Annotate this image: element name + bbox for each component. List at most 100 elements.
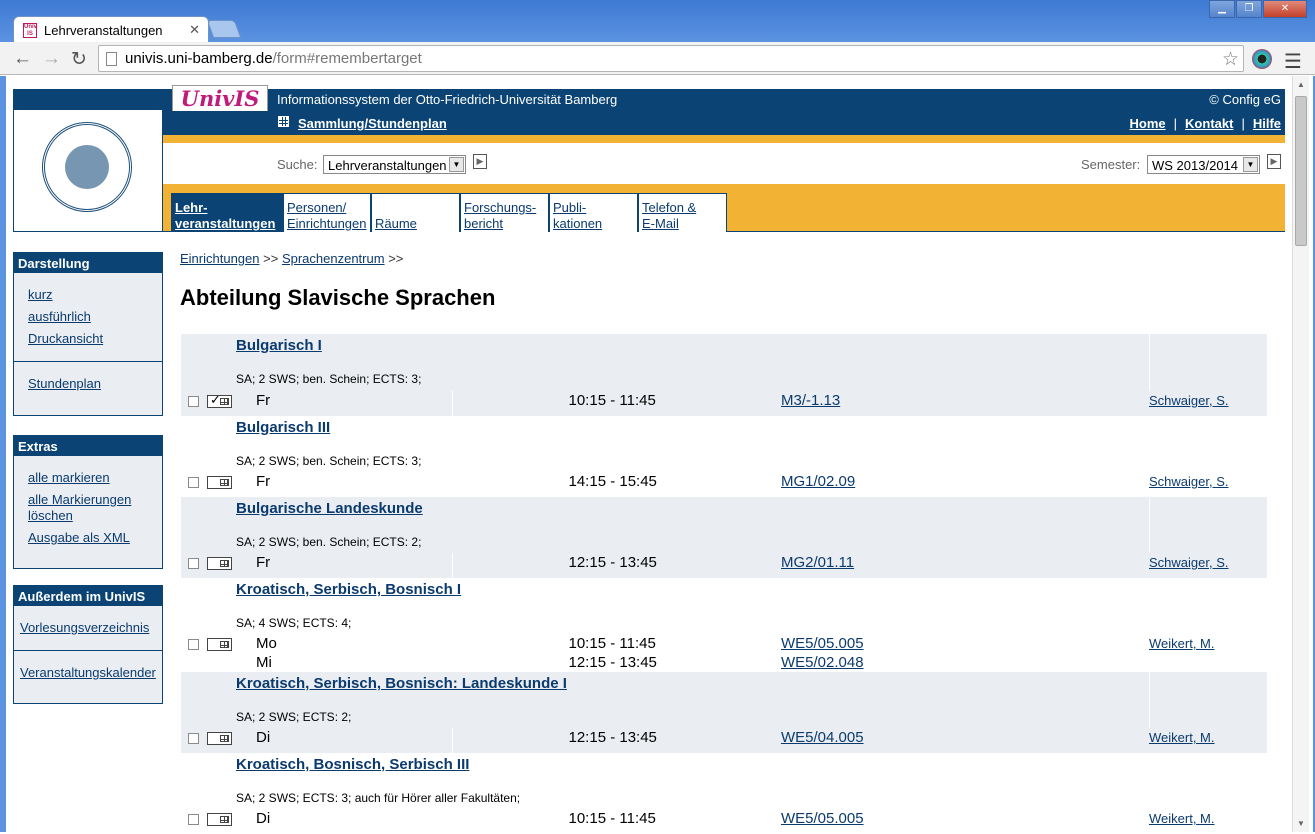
sidebar-darstellung: Darstellung kurz ausführlich Druckansich… — [13, 252, 163, 416]
course-title-link[interactable]: Bulgarisch I — [236, 337, 322, 354]
contact-link[interactable]: Kontakt — [1185, 116, 1233, 131]
lecturer-link[interactable]: Weikert, M. — [1149, 730, 1215, 745]
browser-tab[interactable]: Univ IS Lehrveranstaltungen ✕ — [13, 16, 209, 44]
address-bar[interactable]: univis.uni-bamberg.de/form#remembertarge… — [98, 45, 1244, 72]
calendar-grid-icon[interactable] — [207, 557, 232, 570]
course-checkbox[interactable] — [188, 639, 199, 650]
back-arrow-icon[interactable]: ← — [13, 48, 32, 70]
sidebar-heading: Außerdem im UnivIS — [14, 586, 162, 606]
lecturer-link[interactable]: Weikert, M. — [1149, 636, 1215, 651]
forward-arrow-icon[interactable]: → — [42, 48, 61, 70]
calendar-grid-icon[interactable] — [207, 638, 232, 651]
course-checkbox[interactable] — [188, 396, 199, 407]
collection-link[interactable]: Sammlung/Stundenplan — [298, 116, 447, 131]
tab-raeume[interactable]: Räume — [371, 193, 460, 232]
course-room-link[interactable]: WE5/05.005 — [781, 809, 1149, 828]
calendar-grid-icon[interactable] — [207, 813, 232, 826]
sidebar-link-veranstaltungskalender[interactable]: Veranstaltungskalender — [20, 665, 162, 681]
course-title-row: Bulgarisch III SA; 2 SWS; ben. Schein; EC… — [181, 416, 1267, 472]
scroll-up-icon[interactable]: ▲ — [1297, 80, 1305, 89]
window-controls: ▁ ❐ ✕ — [1208, 0, 1307, 18]
breadcrumb-einrichtungen[interactable]: Einrichtungen — [180, 251, 260, 266]
course-room-link[interactable]: M3/-1.13 — [781, 391, 1149, 410]
course-schedule-row: Di 10:15 - 11:45 WE5/05.005 Weikert, M. — [181, 809, 1267, 834]
sidebar-link-vorlesungsverzeichnis[interactable]: Vorlesungsverzeichnis — [20, 620, 162, 636]
browser-menu-icon[interactable]: ☰ — [1284, 49, 1302, 74]
course-room-link[interactable]: WE5/04.005 — [781, 728, 1149, 747]
home-link[interactable]: Home — [1130, 116, 1166, 131]
calendar-grid-icon[interactable] — [207, 476, 232, 489]
scroll-thumb[interactable] — [1295, 96, 1307, 246]
tab-lehrveranstaltungen[interactable]: Lehr-veranstaltungen — [171, 193, 283, 232]
calendar-grid-icon[interactable] — [207, 732, 232, 745]
lecturer-link[interactable]: Schwaiger, S. — [1149, 393, 1229, 408]
lecturer-link[interactable]: Schwaiger, S. — [1149, 474, 1229, 489]
minimize-icon[interactable]: ▁ — [1209, 0, 1235, 18]
close-window-icon[interactable]: ✕ — [1263, 0, 1307, 18]
search-category-select[interactable]: Lehrveranstaltungen ▼ — [323, 155, 466, 174]
course-title-link[interactable]: Bulgarisch III — [236, 419, 330, 436]
university-seal-icon — [42, 122, 132, 212]
sidebar-link-stundenplan[interactable]: Stundenplan — [28, 376, 162, 392]
course-time: 10:15 - 11:45 — [568, 635, 656, 652]
univis-logo[interactable]: UnivIS — [172, 85, 268, 113]
calendar-grid-icon[interactable]: ✓ — [207, 392, 232, 408]
course-room-link[interactable]: MG1/02.09 — [781, 472, 1149, 491]
sidebar-extras: Extras alle markieren alle Markierungen … — [13, 435, 163, 569]
maximize-icon[interactable]: ❐ — [1236, 0, 1262, 18]
chevron-down-icon: ▼ — [449, 157, 464, 172]
browser-tab-title: Lehrveranstaltungen — [44, 23, 163, 38]
main-nav-tabs: Lehr-veranstaltungen Personen/Einrichtun… — [163, 184, 1285, 232]
url-path: /form#remembertarget — [272, 50, 422, 67]
sidebar-link-xml[interactable]: Ausgabe als XML — [28, 530, 162, 546]
semester-select[interactable]: WS 2013/2014 ▼ — [1147, 155, 1260, 174]
course-meta: SA; 2 SWS; ben. Schein; ECTS: 3; — [236, 372, 422, 386]
sidebar-link-ausfuehrlich[interactable]: ausführlich — [28, 309, 162, 325]
breadcrumb-sprachenzentrum[interactable]: Sprachenzentrum — [282, 251, 385, 266]
semester-go-button[interactable]: ▶ — [1267, 154, 1281, 169]
schedule-grid-icon — [278, 116, 289, 127]
sidebar-link-kurz[interactable]: kurz — [28, 287, 162, 303]
bookmark-star-icon[interactable]: ☆ — [1222, 48, 1239, 71]
course-room-link[interactable]: MG2/01.11 — [781, 553, 1149, 572]
course-checkbox[interactable] — [188, 814, 199, 825]
new-tab-button[interactable] — [206, 20, 242, 38]
course-checkbox[interactable] — [188, 477, 199, 488]
extension-icon[interactable] — [1252, 49, 1272, 69]
help-link[interactable]: Hilfe — [1253, 116, 1281, 131]
course-title-link[interactable]: Bulgarische Landeskunde — [236, 500, 423, 517]
tab-personen[interactable]: Personen/Einrichtungen — [283, 193, 371, 232]
close-tab-icon[interactable]: ✕ — [189, 22, 200, 38]
page-title: Abteilung Slavische Sprachen — [180, 285, 496, 310]
course-checkbox[interactable] — [188, 558, 199, 569]
tab-telefon[interactable]: Telefon & E-Mail — [638, 193, 727, 232]
course-time: 12:15 - 13:45 — [568, 554, 657, 571]
tab-forschungsbericht[interactable]: Forschungs-bericht — [460, 193, 549, 232]
course-schedule-row: Fr 12:15 - 13:45 MG2/01.11 Schwaiger, S. — [181, 553, 1267, 578]
course-room-link[interactable]: WE5/05.005 — [781, 634, 1149, 653]
lecturer-link[interactable]: Schwaiger, S. — [1149, 555, 1229, 570]
scroll-down-icon[interactable]: ▼ — [1297, 819, 1305, 828]
course-schedule-row: Fr 14:15 - 15:45 MG1/02.09 Schwaiger, S. — [181, 472, 1267, 497]
semester-label: Semester: — [1081, 157, 1141, 172]
course-title-link[interactable]: Kroatisch, Serbisch, Bosnisch I — [236, 581, 461, 598]
course-checkbox[interactable] — [188, 733, 199, 744]
tab-publikationen[interactable]: Publi-kationen — [549, 193, 638, 232]
copyright: © Config eG — [1209, 92, 1281, 107]
lecturer-link[interactable]: Weikert, M. — [1149, 811, 1215, 826]
sidebar-link-alle-markieren[interactable]: alle markieren — [28, 470, 162, 486]
search-go-button[interactable]: ▶ — [473, 154, 487, 169]
course-title-link[interactable]: Kroatisch, Serbisch, Bosnisch: Landeskun… — [236, 675, 567, 692]
course-day: Di — [256, 729, 271, 746]
sidebar-link-druckansicht[interactable]: Druckansicht — [28, 331, 162, 347]
sidebar-link-markierungen-loeschen[interactable]: alle Markierungen löschen — [28, 492, 162, 524]
course-title-link[interactable]: Kroatisch, Bosnisch, Serbisch III — [236, 756, 469, 773]
browser-titlebar: Univ IS Lehrveranstaltungen ✕ ▁ ❐ ✕ — [0, 0, 1315, 44]
vertical-scrollbar[interactable]: ▲ ▼ — [1292, 76, 1309, 832]
course-day: Mi — [256, 654, 272, 671]
chevron-down-icon: ▼ — [1243, 157, 1258, 172]
sidebar-heading: Darstellung — [14, 253, 162, 273]
course-time: 12:15 - 13:45 — [568, 654, 657, 671]
course-room-link[interactable]: WE5/02.048 — [781, 653, 1149, 672]
reload-icon[interactable]: ↻ — [71, 48, 87, 71]
